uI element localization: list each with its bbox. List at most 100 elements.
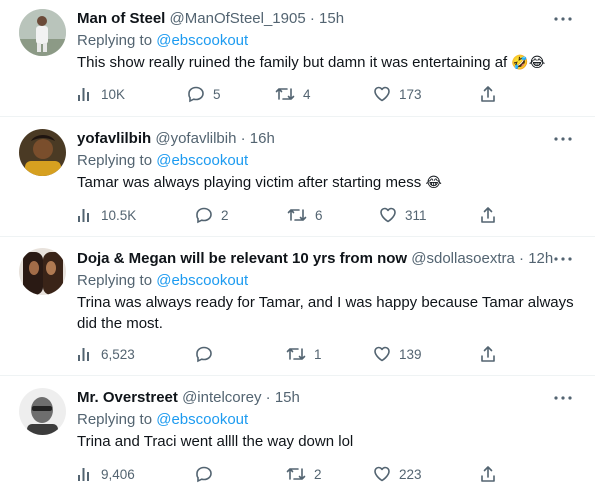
- tweet[interactable]: yofavlilbih @yofavlilbih · 16h Replying …: [0, 117, 595, 237]
- retweet-button[interactable]: 1: [286, 343, 322, 365]
- replying-to: Replying to @ebscookout: [77, 271, 248, 291]
- views-icon: [78, 88, 89, 101]
- reply-button[interactable]: 2: [195, 204, 229, 226]
- views-icon: [78, 468, 89, 481]
- replying-handle-link[interactable]: @ebscookout: [156, 411, 248, 428]
- reply-icon: [196, 466, 212, 483]
- tweet-body: This show really ruined the family but d…: [77, 54, 508, 71]
- tweet-header: Mr. Overstreet @intelcorey · 15h: [77, 389, 300, 407]
- tweet-header: yofavlilbih @yofavlilbih · 16h: [77, 130, 275, 148]
- heart-icon: [374, 466, 390, 482]
- share-icon: [481, 86, 495, 102]
- timestamp[interactable]: 15h: [275, 389, 300, 406]
- replying-handle-link[interactable]: @ebscookout: [156, 152, 248, 169]
- tweet-text: Trina was always ready for Tamar, and I …: [77, 292, 577, 334]
- tweet[interactable]: Doja & Megan will be relevant 10 yrs fro…: [0, 237, 595, 376]
- emoji: 😂: [425, 175, 442, 191]
- share-button[interactable]: [480, 83, 504, 105]
- share-button[interactable]: [480, 463, 504, 485]
- like-count: 173: [399, 86, 422, 102]
- heart-icon: [374, 346, 390, 362]
- more-icon[interactable]: [551, 389, 575, 407]
- like-count: 139: [399, 346, 422, 362]
- user-handle[interactable]: @intelcorey: [182, 389, 261, 406]
- tweet-text: Tamar was always playing victim after st…: [77, 172, 577, 194]
- tweet-body: Trina was always ready for Tamar, and I …: [77, 294, 574, 332]
- reply-count: 2: [221, 207, 229, 223]
- avatar[interactable]: [19, 388, 66, 435]
- avatar[interactable]: [19, 248, 66, 295]
- share-button[interactable]: [480, 204, 504, 226]
- retweet-icon: [286, 348, 306, 360]
- replying-handle-link[interactable]: @ebscookout: [156, 32, 248, 49]
- user-handle[interactable]: @yofavlilbih: [155, 130, 236, 147]
- avatar[interactable]: [19, 9, 66, 56]
- replying-label: Replying to: [77, 411, 157, 428]
- retweet-count: 1: [314, 346, 322, 362]
- more-icon[interactable]: [551, 130, 575, 148]
- timestamp[interactable]: 12h: [528, 250, 553, 267]
- replying-handle-link[interactable]: @ebscookout: [156, 272, 248, 289]
- retweet-count: 6: [315, 207, 323, 223]
- like-button[interactable]: 173: [373, 83, 422, 105]
- more-icon[interactable]: [551, 250, 575, 268]
- retweet-button[interactable]: 4: [275, 83, 311, 105]
- heart-icon: [374, 86, 390, 102]
- retweet-button[interactable]: 6: [287, 204, 323, 226]
- replying-label: Replying to: [77, 152, 157, 169]
- reply-button[interactable]: 5: [187, 83, 221, 105]
- avatar[interactable]: [19, 129, 66, 176]
- like-button[interactable]: 223: [373, 463, 422, 485]
- views-button[interactable]: 10.5K: [77, 204, 136, 226]
- retweet-icon: [275, 88, 295, 100]
- views-button[interactable]: 9,406: [77, 463, 135, 485]
- tweet-header: Man of Steel @ManOfSteel_1905 · 15h: [77, 10, 344, 28]
- user-handle[interactable]: @ManOfSteel_1905: [170, 10, 306, 27]
- views-button[interactable]: 10K: [77, 83, 125, 105]
- replying-label: Replying to: [77, 272, 157, 289]
- tweet-body: Tamar was always playing victim after st…: [77, 174, 422, 191]
- reply-icon: [188, 86, 204, 103]
- display-name[interactable]: Man of Steel: [77, 10, 165, 27]
- timestamp[interactable]: 16h: [250, 130, 275, 147]
- like-button[interactable]: 139: [373, 343, 422, 365]
- replying-to: Replying to @ebscookout: [77, 31, 248, 51]
- display-name[interactable]: Mr. Overstreet: [77, 389, 178, 406]
- separator: ·: [236, 130, 250, 147]
- share-icon: [481, 207, 495, 223]
- tweet-text: Trina and Traci went allll the way down …: [77, 431, 577, 452]
- replying-to: Replying to @ebscookout: [77, 151, 248, 171]
- emoji: 🤣😂: [511, 55, 546, 71]
- retweet-icon: [286, 468, 306, 480]
- display-name[interactable]: yofavlilbih: [77, 130, 151, 147]
- timestamp[interactable]: 15h: [319, 10, 344, 27]
- more-icon[interactable]: [551, 10, 575, 28]
- retweet-button[interactable]: 2: [286, 463, 322, 485]
- display-name[interactable]: Doja & Megan will be relevant 10 yrs fro…: [77, 250, 407, 267]
- reply-count: 5: [213, 86, 221, 102]
- views-count: 10K: [101, 86, 126, 102]
- share-icon: [481, 466, 495, 482]
- retweet-count: 4: [303, 86, 311, 102]
- views-count: 10.5K: [101, 207, 137, 223]
- reply-button[interactable]: [195, 463, 221, 485]
- views-button[interactable]: 6,523: [77, 343, 135, 365]
- reply-icon: [196, 346, 212, 363]
- share-button[interactable]: [480, 343, 504, 365]
- tweet-text: This show really ruined the family but d…: [77, 52, 577, 74]
- reply-icon: [196, 207, 212, 224]
- like-count: 311: [405, 207, 427, 223]
- replying-label: Replying to: [77, 32, 157, 49]
- like-button[interactable]: 311: [379, 204, 427, 226]
- tweet-body: Trina and Traci went allll the way down …: [77, 433, 354, 450]
- replying-to: Replying to @ebscookout: [77, 410, 248, 430]
- reply-button[interactable]: [195, 343, 221, 365]
- share-icon: [481, 346, 495, 362]
- tweet[interactable]: Mr. Overstreet @intelcorey · 15h Replyin…: [0, 376, 595, 488]
- views-count: 9,406: [101, 466, 135, 482]
- retweet-count: 2: [314, 466, 322, 482]
- separator: ·: [514, 250, 529, 267]
- tweet[interactable]: Man of Steel @ManOfSteel_1905 · 15h Repl…: [0, 0, 595, 117]
- heart-icon: [380, 207, 396, 223]
- user-handle[interactable]: @sdollasoextra: [411, 250, 515, 267]
